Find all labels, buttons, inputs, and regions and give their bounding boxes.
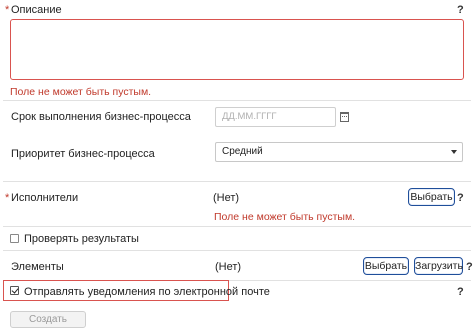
notify-help-icon[interactable]: ?: [457, 286, 464, 298]
check-results-checkbox[interactable]: [10, 234, 19, 243]
elements-value: (Нет): [215, 261, 242, 273]
divider: [3, 100, 471, 101]
elements-help-icon[interactable]: ?: [466, 261, 473, 273]
executors-help-icon[interactable]: ?: [457, 192, 464, 204]
description-textarea[interactable]: [10, 19, 464, 80]
description-label: Описание: [11, 4, 62, 16]
divider: [3, 226, 471, 227]
elements-upload-button[interactable]: Загрузить: [414, 257, 463, 275]
calendar-icon[interactable]: [340, 112, 349, 122]
required-mark: *: [5, 4, 10, 16]
priority-select[interactable]: Средний: [215, 142, 463, 162]
executors-label: Исполнители: [11, 192, 79, 204]
check-results-label: Проверять результаты: [24, 233, 139, 245]
elements-select-button[interactable]: Выбрать: [363, 257, 409, 275]
executors-select-button[interactable]: Выбрать: [408, 188, 455, 206]
deadline-input[interactable]: ДД.ММ.ГГГГ: [215, 107, 336, 127]
divider: [3, 250, 471, 251]
chevron-down-icon: [451, 150, 457, 154]
description-help-icon[interactable]: ?: [457, 4, 464, 16]
required-mark: *: [5, 192, 10, 204]
priority-selected-value: Средний: [222, 146, 263, 157]
executors-error: Поле не может быть пустым.: [214, 211, 356, 223]
notify-checkbox[interactable]: [10, 286, 19, 295]
notify-label: Отправлять уведомления по электронной по…: [24, 286, 270, 298]
create-task-button[interactable]: Создать задание: [10, 311, 86, 331]
elements-label: Элементы: [11, 261, 64, 273]
divider: [3, 181, 471, 182]
executors-value: (Нет): [213, 192, 240, 204]
description-error: Поле не может быть пустым.: [10, 86, 152, 98]
deadline-label: Срок выполнения бизнес-процесса: [11, 111, 191, 123]
priority-label: Приоритет бизнес-процесса: [11, 148, 155, 160]
